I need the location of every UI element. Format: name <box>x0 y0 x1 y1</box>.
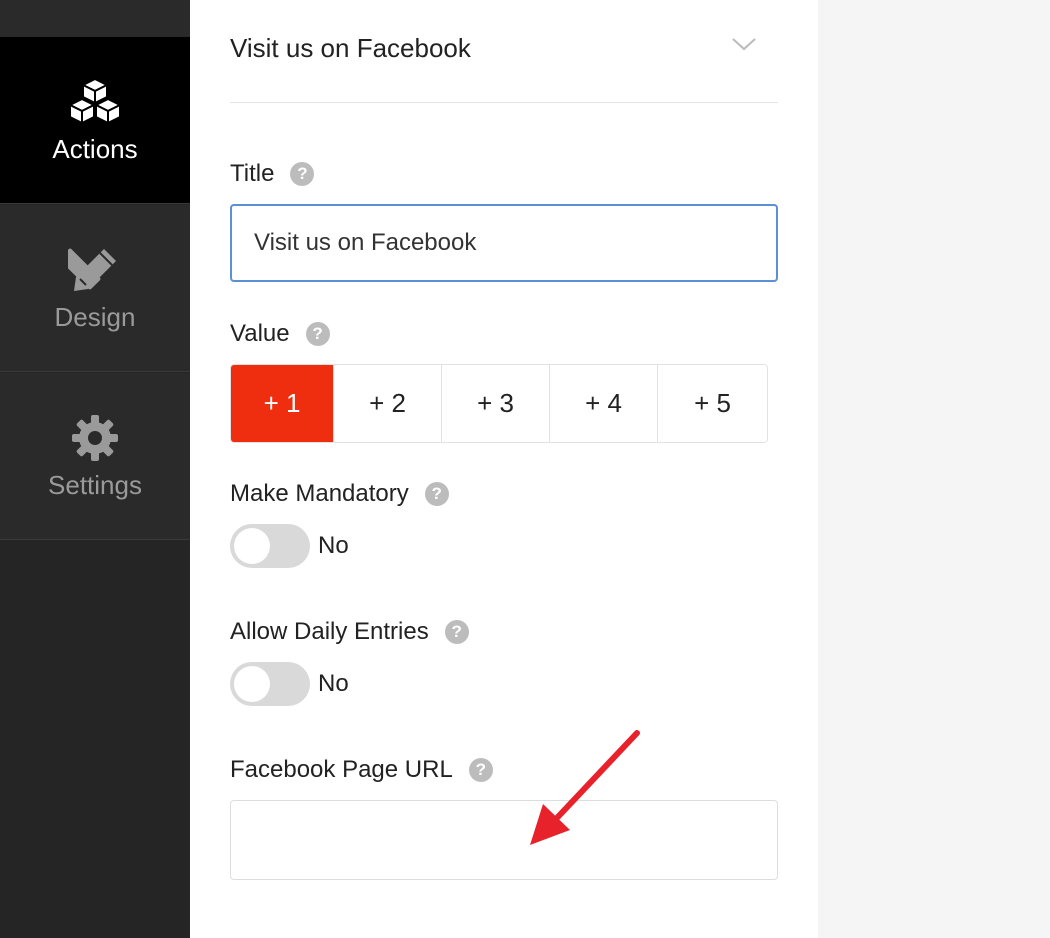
value-option-2[interactable]: + 2 <box>334 365 442 442</box>
facebook-url-input[interactable] <box>230 800 778 880</box>
sidebar-item-settings[interactable]: Settings <box>0 373 190 540</box>
panel-header[interactable]: Visit us on Facebook <box>230 0 778 103</box>
sidebar-top-item[interactable] <box>0 0 190 38</box>
value-option-5[interactable]: + 5 <box>658 365 767 442</box>
sidebar-item-design[interactable]: Design <box>0 205 190 372</box>
value-option-3[interactable]: + 3 <box>442 365 550 442</box>
sidebar-item-label: Settings <box>48 469 142 500</box>
gear-icon <box>67 412 123 464</box>
value-option-4[interactable]: + 4 <box>550 365 658 442</box>
value-option-1[interactable]: + 1 <box>231 365 334 442</box>
sidebar-item-label: Actions <box>52 133 138 164</box>
cubes-icon <box>67 76 123 128</box>
value-selector: + 1 + 2 + 3 + 4 + 5 <box>230 364 768 443</box>
help-icon[interactable]: ? <box>444 620 469 644</box>
sidebar-item-label: Design <box>54 301 136 332</box>
facebook-url-label: Facebook Page URL ? <box>230 756 493 784</box>
daily-entries-label-text: Allow Daily Entries <box>230 618 429 645</box>
value-label: Value ? <box>230 320 330 348</box>
toggle-knob <box>234 666 270 702</box>
title-input[interactable] <box>230 204 778 282</box>
help-icon[interactable]: ? <box>290 162 315 186</box>
daily-entries-label: Allow Daily Entries ? <box>230 618 469 646</box>
mandatory-label-text: Make Mandatory <box>230 480 409 507</box>
toggle-knob <box>234 528 270 564</box>
value-label-text: Value <box>230 320 290 347</box>
title-label: Title ? <box>230 160 315 188</box>
action-settings-panel: Visit us on Facebook Title ? Value ? + 1… <box>190 0 818 938</box>
help-icon[interactable]: ? <box>305 322 330 346</box>
facebook-url-label-text: Facebook Page URL <box>230 756 453 783</box>
help-icon[interactable]: ? <box>468 758 493 782</box>
mandatory-state: No <box>318 532 349 559</box>
mandatory-toggle-row: No <box>230 524 349 568</box>
daily-entries-toggle[interactable] <box>230 662 310 706</box>
panel-title: Visit us on Facebook <box>230 33 471 63</box>
pencil-ruler-icon <box>67 244 123 296</box>
mandatory-label: Make Mandatory ? <box>230 480 449 508</box>
mandatory-toggle[interactable] <box>230 524 310 568</box>
help-icon[interactable]: ? <box>424 482 449 506</box>
sidebar-item-actions[interactable]: Actions <box>0 37 190 204</box>
sidebar: Actions Design Settings <box>0 0 190 938</box>
chevron-down-icon[interactable] <box>730 34 758 54</box>
daily-entries-state: No <box>318 670 349 697</box>
daily-entries-toggle-row: No <box>230 662 349 706</box>
title-label-text: Title <box>230 160 275 187</box>
